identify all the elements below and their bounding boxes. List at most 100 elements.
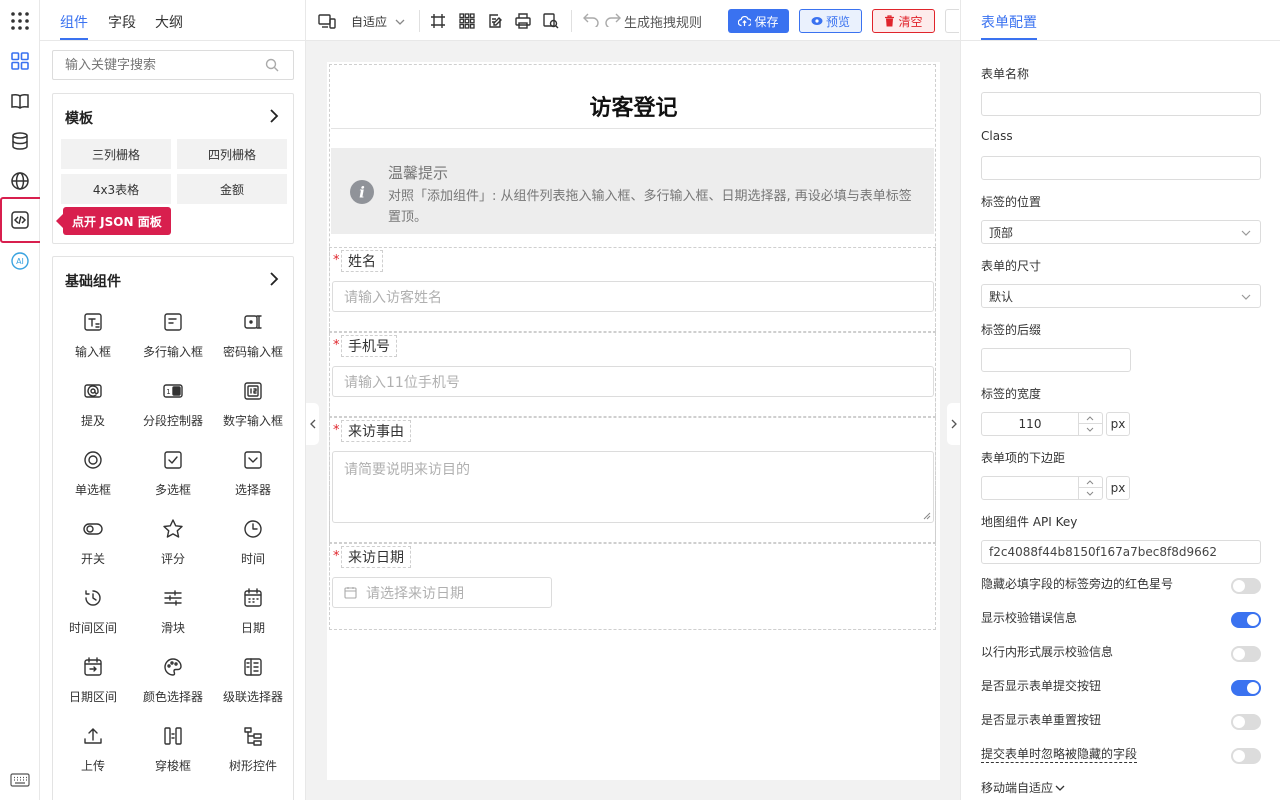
device-select[interactable]: 自适应 [351, 13, 405, 30]
component-item[interactable]: 多行输入框 [133, 311, 213, 360]
code-icon[interactable] [8, 208, 32, 232]
book-icon[interactable] [8, 89, 32, 113]
component-item[interactable]: 时间区间 [53, 587, 133, 636]
label-width-value: 110 [1018, 417, 1042, 431]
tab-form-config[interactable]: 表单配置 [981, 12, 1037, 32]
item-margin-input[interactable] [981, 476, 1103, 500]
components-icon[interactable] [8, 49, 32, 73]
component-item[interactable]: 时间 [213, 518, 293, 567]
edit-icon[interactable] [487, 13, 503, 29]
preview-code-icon[interactable] [543, 13, 559, 29]
component-item[interactable]: 输入框 [53, 311, 133, 360]
search-icon[interactable] [265, 58, 279, 72]
cloud-upload-icon [738, 15, 752, 26]
label-width-input[interactable]: 110 [981, 412, 1103, 436]
component-label: 分段控制器 [142, 414, 203, 428]
component-label: 多行输入框 [142, 345, 203, 359]
name-input[interactable]: 请输入访客姓名 [332, 281, 934, 312]
tab-components[interactable]: 组件 [60, 12, 88, 32]
keyboard-icon[interactable] [8, 768, 32, 792]
component-label: 评分 [160, 552, 185, 566]
preview-button[interactable]: 预览 [799, 9, 862, 33]
reason-textarea[interactable]: 请简要说明来访目的 [332, 451, 934, 523]
chevron-right-icon[interactable] [269, 109, 279, 123]
component-item[interactable]: 开关 [53, 518, 133, 567]
save-button[interactable]: 保存 [728, 9, 789, 33]
component-item[interactable]: 树形控件 [213, 725, 293, 774]
toggle-switch[interactable] [1231, 612, 1261, 628]
redo-icon[interactable] [605, 13, 621, 27]
toggle-switch[interactable] [1231, 578, 1261, 594]
collapse-right-handle[interactable] [947, 403, 960, 445]
component-item[interactable]: 1 分段控制器 [133, 380, 213, 429]
date-placeholder: 请选择来访日期 [366, 585, 464, 602]
component-item[interactable]: 日期区间 [53, 656, 133, 705]
component-item[interactable]: 滑块 [133, 587, 213, 636]
component-item[interactable]: 穿梭框 [133, 725, 213, 774]
info-icon: i [350, 180, 374, 204]
component-item[interactable]: 密码输入框 [213, 311, 293, 360]
template-item[interactable]: 四列栅格 [177, 139, 287, 169]
switch-icon [53, 518, 133, 540]
component-label: 级联选择器 [222, 690, 283, 704]
component-item[interactable]: 选择器 [213, 449, 293, 498]
form-name-input[interactable] [981, 92, 1261, 116]
class-input[interactable] [981, 156, 1261, 180]
template-item[interactable]: 金额 [177, 174, 287, 204]
visit-date-picker[interactable]: 请选择来访日期 [332, 577, 552, 608]
template-item[interactable]: 4x3表格 [61, 174, 171, 204]
collapse-left-handle[interactable] [306, 403, 319, 445]
toggle-switch[interactable] [1231, 680, 1261, 696]
select-icon [213, 449, 293, 471]
toggle-switch[interactable] [1231, 714, 1261, 730]
form-size-value: 默认 [989, 289, 1014, 304]
tab-fields[interactable]: 字段 [108, 12, 136, 32]
chevron-right-icon[interactable] [269, 272, 279, 286]
tab-outline[interactable]: 大纲 [155, 12, 183, 32]
tip-alert: i 温馨提示 对照「添加组件」: 从组件列表拖入输入框、多行输入框、日期选择器,… [331, 148, 934, 234]
clear-button[interactable]: 清空 [872, 9, 935, 33]
component-item[interactable]: 颜色选择器 [133, 656, 213, 705]
svg-text:1: 1 [166, 388, 170, 396]
mobile-adaptive-toggle[interactable]: 移动端自适应 [981, 779, 1065, 796]
toggle-switch[interactable] [1231, 646, 1261, 662]
globe-icon[interactable] [8, 169, 32, 193]
ai-icon[interactable]: AI [8, 249, 32, 273]
component-item[interactable]: 级联选择器 [213, 656, 293, 705]
device-icon[interactable] [318, 13, 336, 29]
map-key-input[interactable]: f2c4088f44b8150f167a7bec8f8d9662 [981, 540, 1261, 564]
component-item[interactable]: 上传 [53, 725, 133, 774]
phone-input[interactable]: 请输入11位手机号 [332, 366, 934, 397]
left-rail: AI [0, 0, 43, 800]
label-suffix-input[interactable] [981, 348, 1131, 372]
component-item[interactable]: 数字输入框 [213, 380, 293, 429]
generate-rules-button[interactable]: 生成拖拽规则 [624, 12, 702, 31]
password-icon [213, 311, 293, 333]
chevron-down-icon [1086, 427, 1094, 432]
toggle-label: 显示校验错误信息 [981, 611, 1078, 625]
toggle-switch[interactable] [1231, 748, 1261, 764]
grid-icon[interactable] [459, 13, 475, 29]
component-item[interactable]: 评分 [133, 518, 213, 567]
form-size-select[interactable]: 默认 [981, 284, 1261, 308]
segmented-icon: 1 [133, 380, 213, 402]
component-item[interactable]: 提及 [53, 380, 133, 429]
database-icon[interactable] [8, 129, 32, 153]
component-item[interactable]: 日期 [213, 587, 293, 636]
component-item[interactable]: 单选框 [53, 449, 133, 498]
chevron-right-icon [951, 419, 957, 429]
search-input[interactable] [65, 51, 265, 79]
component-search[interactable] [52, 50, 294, 80]
label-position-select[interactable]: 顶部 [981, 220, 1261, 244]
frame-icon[interactable] [430, 13, 446, 29]
stepper[interactable] [1078, 413, 1103, 435]
template-item[interactable]: 三列栅格 [61, 139, 171, 169]
form-size-label: 表单的尺寸 [981, 259, 1042, 273]
stepper[interactable] [1078, 477, 1103, 499]
apps-grid-icon[interactable] [8, 9, 32, 33]
more-button[interactable] [945, 9, 959, 33]
undo-icon[interactable] [583, 13, 599, 27]
print-icon[interactable] [515, 13, 531, 29]
component-item[interactable]: 多选框 [133, 449, 213, 498]
textarea-icon [133, 311, 213, 333]
